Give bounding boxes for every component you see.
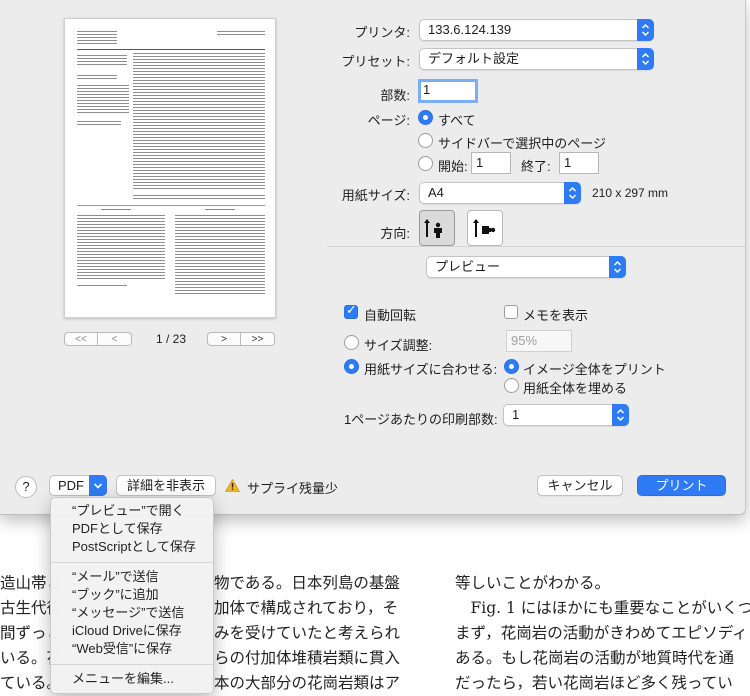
menu-item-send-mail[interactable]: “メール”で送信 — [51, 568, 213, 586]
pages-sidebar-radio[interactable] — [418, 133, 433, 148]
background-text-left-continued: 物である。日本列島の基盤 加体で構成されており，そ みを受けていたと考えられ ら… — [214, 574, 401, 692]
scale-label: サイズ調整: — [364, 338, 433, 353]
print-entire-image-label: イメージ全体をプリント — [523, 362, 666, 377]
menu-item-send-message[interactable]: “メッセージ”で送信 — [51, 604, 213, 622]
pages-all-radio[interactable] — [418, 110, 433, 125]
page-indicator: 1 / 23 — [155, 332, 187, 346]
landscape-icon — [473, 219, 496, 237]
menu-item-save-as-postscript[interactable]: PostScriptとして保存 — [51, 538, 213, 556]
menu-item-open-in-preview[interactable]: “プレビュー”で開く — [51, 502, 213, 520]
fill-paper-radio[interactable] — [504, 378, 519, 393]
per-page-label: 1ページあたりの印刷部数: — [344, 412, 498, 427]
menu-item-save-icloud[interactable]: iCloud Driveに保存 — [51, 622, 213, 640]
paper-size-label: 用紙サイズ: — [341, 188, 410, 203]
menu-separator — [51, 562, 213, 563]
cancel-button[interactable]: キャンセル — [537, 475, 623, 496]
next-page-button[interactable]: > — [207, 332, 241, 346]
updown-chevron-icon — [637, 19, 654, 41]
printer-popup[interactable]: 133.6.124.139 — [419, 19, 654, 41]
section-popup[interactable]: プレビュー — [426, 256, 626, 278]
updown-chevron-icon — [612, 404, 629, 426]
copies-label: 部数: — [380, 88, 410, 103]
pages-range-radio[interactable] — [418, 156, 433, 171]
pages-from-label: 開始: — [438, 159, 468, 174]
portrait-orientation-button[interactable] — [419, 210, 455, 246]
scale-input[interactable]: 95% — [506, 330, 572, 352]
printer-value: 133.6.124.139 — [428, 22, 512, 37]
menu-item-add-to-books[interactable]: “ブック”に追加 — [51, 586, 213, 604]
pdf-label: PDF — [58, 478, 84, 493]
page-preview — [64, 18, 276, 318]
preset-value: デフォルト設定 — [428, 51, 520, 66]
previous-page-button[interactable]: < — [98, 332, 132, 346]
show-notes-checkbox[interactable] — [504, 305, 518, 319]
help-button[interactable]: ? — [15, 476, 37, 498]
pages-label: ページ: — [367, 113, 410, 128]
pages-from-input[interactable]: 1 — [471, 152, 511, 174]
supply-warning-text: サプライ残量少 — [247, 481, 339, 496]
per-page-popup[interactable]: 1 — [503, 404, 629, 426]
paper-size-popup[interactable]: A4 — [419, 182, 581, 204]
updown-chevron-icon — [637, 48, 654, 70]
landscape-orientation-button[interactable] — [467, 210, 503, 246]
warning-icon — [225, 479, 240, 492]
fill-paper-label: 用紙全体を埋める — [523, 381, 628, 396]
menu-separator — [51, 664, 213, 665]
menu-item-save-web-receipts[interactable]: “Web受信”に保存 — [51, 640, 213, 658]
fit-to-paper-radio[interactable] — [344, 359, 359, 374]
page-nav-back: << < — [64, 332, 132, 346]
pages-all-label: すべて — [438, 113, 476, 128]
page-nav-forward: > >> — [207, 332, 275, 346]
orientation-label: 方向: — [380, 226, 410, 241]
pages-to-label: 終了: — [521, 159, 551, 174]
last-page-button[interactable]: >> — [241, 332, 275, 346]
per-page-value: 1 — [512, 407, 520, 422]
print-entire-image-radio[interactable] — [504, 359, 519, 374]
separator — [327, 246, 746, 247]
pages-to-input[interactable]: 1 — [559, 152, 599, 174]
auto-rotate-checkbox[interactable] — [344, 303, 358, 319]
chevron-down-icon — [89, 475, 107, 496]
updown-chevron-icon — [564, 182, 581, 204]
background-text-right: 等しいことがわかる。 Fig. 1 にはほかにも重要なことがいくつ まず，花崗岩… — [455, 574, 750, 692]
paper-size-value: A4 — [428, 185, 444, 200]
pdf-dropdown-menu: “プレビュー”で開く PDFとして保存 PostScriptとして保存 “メール… — [50, 497, 214, 694]
scale-radio[interactable] — [344, 335, 359, 350]
copies-input[interactable]: 1 — [418, 79, 478, 103]
menu-item-edit-menu[interactable]: メニューを編集... — [51, 670, 213, 688]
section-value: プレビュー — [435, 259, 501, 274]
print-dialog: << < 1 / 23 > >> プリンタ: 133.6.124.139 プリセ… — [0, 0, 746, 515]
printer-label: プリンタ: — [354, 25, 410, 40]
preset-label: プリセット: — [341, 54, 410, 69]
print-button[interactable]: プリント — [637, 475, 726, 496]
updown-chevron-icon — [609, 256, 626, 278]
auto-rotate-label: 自動回転 — [364, 308, 417, 323]
fit-to-paper-label: 用紙サイズに合わせる: — [364, 362, 498, 377]
paper-dimensions: 210 x 297 mm — [592, 186, 669, 200]
menu-item-save-as-pdf[interactable]: PDFとして保存 — [51, 520, 213, 538]
hide-details-button[interactable]: 詳細を非表示 — [116, 475, 216, 496]
show-notes-label: メモを表示 — [523, 308, 589, 323]
pages-sidebar-label: サイドバーで選択中のページ — [438, 136, 606, 151]
pdf-menu-button[interactable]: PDF — [49, 475, 107, 496]
preset-popup[interactable]: デフォルト設定 — [419, 48, 654, 70]
first-page-button[interactable]: << — [64, 332, 98, 346]
portrait-icon — [424, 219, 442, 238]
